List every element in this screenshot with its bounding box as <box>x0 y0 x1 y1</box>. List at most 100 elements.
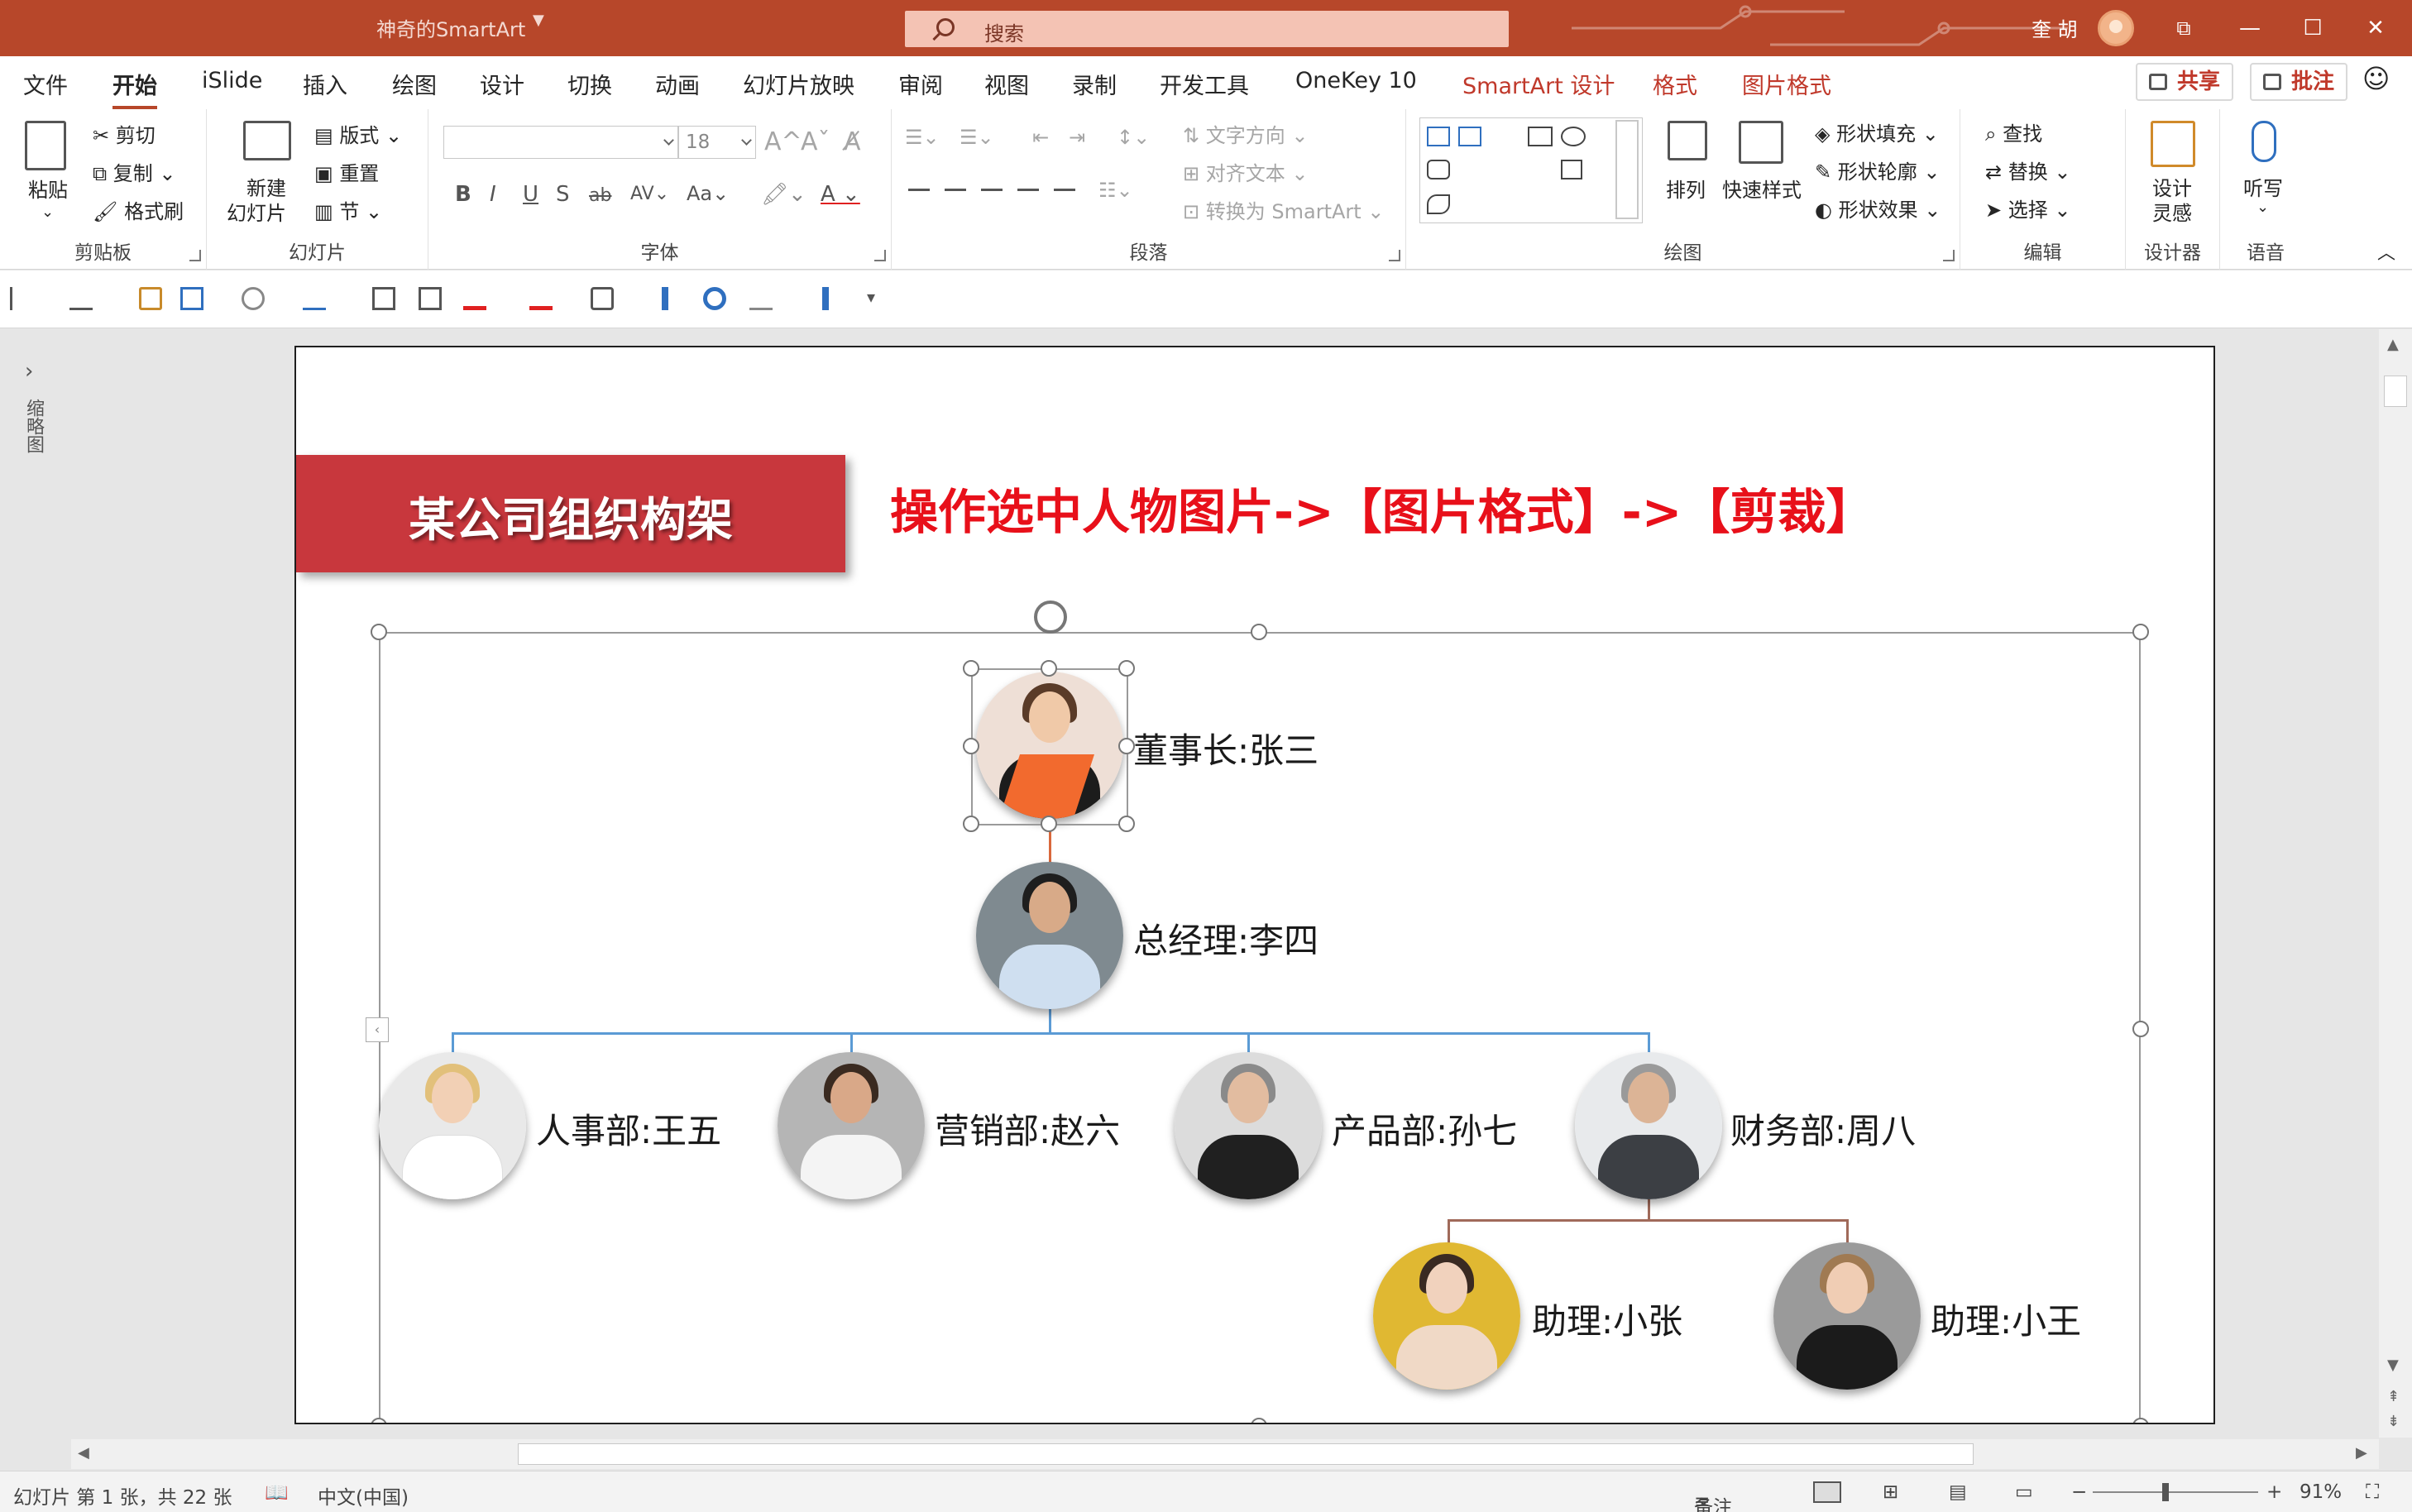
crop-handle[interactable] <box>1041 816 1057 832</box>
tab-smartart-design[interactable]: SmartArt 设计 <box>1462 68 1615 100</box>
bold-button[interactable]: B <box>455 182 471 207</box>
chairman-photo-selection[interactable] <box>971 668 1128 825</box>
tab-record[interactable]: 录制 <box>1072 68 1117 100</box>
tab-review[interactable]: 审阅 <box>898 68 943 100</box>
crop-handle[interactable] <box>963 738 979 754</box>
zoom-level[interactable]: 91% <box>2300 1481 2342 1503</box>
eraser-icon[interactable] <box>591 287 614 310</box>
shape-fill-button[interactable]: ◈ 形状填充 ⌄ <box>1815 117 1939 146</box>
font-color-icon[interactable] <box>749 287 773 310</box>
dictate-dropdown-icon[interactable]: ⌄ <box>2256 199 2269 216</box>
copy-button[interactable]: ⧉ 复制 ⌄ <box>93 157 176 186</box>
product-label[interactable]: 产品部:孙七 <box>1332 1103 1517 1154</box>
outline-color-icon[interactable] <box>463 287 486 310</box>
tab-view[interactable]: 视图 <box>984 68 1029 100</box>
shapes-gallery[interactable] <box>1419 117 1643 223</box>
font-color-button[interactable]: A ⌄ <box>821 182 860 207</box>
resize-handle[interactable] <box>1251 624 1267 640</box>
collapse-ribbon-icon[interactable]: ︿ <box>2377 238 2395 265</box>
close-button[interactable]: ✕ <box>2359 12 2392 45</box>
increase-indent-icon[interactable]: ⇥ <box>1069 126 1085 149</box>
merge-shapes-icon[interactable] <box>242 287 265 310</box>
slide-canvas[interactable]: 某公司组织构架 操作选中人物图片->【图片格式】->【剪裁】 ‹ 董事长:张三 <box>294 346 2215 1424</box>
arrange-button[interactable]: 排列 <box>1666 174 1706 203</box>
shadow-button[interactable]: S <box>556 182 570 207</box>
vertical-textbox-shape-icon[interactable] <box>1458 127 1481 146</box>
text-tool-icon[interactable] <box>303 287 326 310</box>
chairman-label[interactable]: 董事长:张三 <box>1133 723 1318 773</box>
find-button[interactable]: ⌕ 查找 <box>1985 117 2042 146</box>
zoom-slider-thumb[interactable] <box>2162 1483 2169 1501</box>
select-button[interactable]: ➤ 选择 ⌄ <box>1985 194 2071 222</box>
tab-slideshow[interactable]: 幻灯片放映 <box>743 68 854 100</box>
ribbon-display-button[interactable]: ⧉ <box>2167 12 2200 45</box>
line-spacing-icon[interactable]: ↕⌄ <box>1117 126 1150 149</box>
instruction-text[interactable]: 操作选中人物图片->【图片格式】->【剪裁】 <box>890 473 1874 543</box>
shape-effects-button[interactable]: ◐ 形状效果 ⌄ <box>1815 194 1941 222</box>
tab-animations[interactable]: 动画 <box>655 68 700 100</box>
scroll-left-icon[interactable]: ◀ <box>78 1444 89 1462</box>
resize-handle[interactable] <box>371 624 387 640</box>
fill-color-icon[interactable] <box>529 287 553 310</box>
accessibility-icon[interactable]: 📖 <box>265 1481 289 1504</box>
scroll-right-icon[interactable]: ▶ <box>2356 1444 2367 1462</box>
tab-picture-format[interactable]: 图片格式 <box>1742 68 1831 100</box>
layout-button[interactable]: ▤ 版式 ⌄ <box>314 119 402 148</box>
align-right-icon[interactable] <box>981 189 1003 191</box>
change-case-button[interactable]: Aa⌄ <box>687 182 729 205</box>
rounded-rect-shape-icon[interactable] <box>1427 160 1450 179</box>
hr-label[interactable]: 人事部:王五 <box>536 1103 721 1154</box>
strikethrough-button[interactable]: ab <box>589 185 611 206</box>
restore-button[interactable]: ☐ <box>2296 12 2329 45</box>
slideshow-icon[interactable]: ▭ <box>2015 1481 2033 1503</box>
zoom-in-icon[interactable]: + <box>2266 1481 2282 1503</box>
freeform-shape-icon[interactable] <box>1427 194 1450 214</box>
convert-smartart-button[interactable]: ⊡ 转换为 SmartArt ⌄ <box>1183 195 1384 224</box>
language-indicator[interactable]: 中文(中国) <box>318 1481 409 1510</box>
replace-button[interactable]: ⇄ 替换 ⌄ <box>1985 156 2071 184</box>
tab-transitions[interactable]: 切换 <box>567 68 612 100</box>
grow-font-button[interactable]: A^ <box>764 127 802 156</box>
zoom-slider[interactable] <box>2093 1491 2258 1493</box>
customize-qat-icon[interactable]: ▾ <box>867 287 890 310</box>
textbox-shape-icon[interactable] <box>1427 127 1450 146</box>
minimize-button[interactable]: — <box>2233 12 2266 45</box>
justify-icon[interactable] <box>1017 189 1039 191</box>
crop-handle[interactable] <box>1118 738 1135 754</box>
text-direction-button[interactable]: ⇅ 文字方向 ⌄ <box>1183 119 1309 148</box>
drawing-launcher-icon[interactable] <box>1943 250 1955 261</box>
crop-handle[interactable] <box>963 660 979 677</box>
cut-button[interactable]: ✂ 剪切 <box>93 119 156 148</box>
resize-handle[interactable] <box>2132 1418 2149 1423</box>
text-pane-toggle[interactable]: ‹ <box>366 1017 389 1042</box>
crop-handle[interactable] <box>1118 816 1135 832</box>
assistant-wang-label[interactable]: 助理:小王 <box>1931 1294 2081 1344</box>
font-size-select[interactable]: 18 <box>678 126 756 159</box>
bar-icon-2[interactable] <box>822 287 829 310</box>
section-button[interactable]: ▥ 节 ⌄ <box>314 195 382 224</box>
quick-styles-button[interactable]: 快速样式 <box>1722 174 1802 203</box>
align-text-button[interactable]: ⊞ 对齐文本 ⌄ <box>1183 157 1309 186</box>
underline-button[interactable]: U <box>523 182 538 207</box>
finance-label[interactable]: 财务部:周八 <box>1730 1103 1916 1154</box>
tab-draw[interactable]: 绘图 <box>392 68 437 100</box>
tab-insert[interactable]: 插入 <box>303 68 347 100</box>
gm-photo[interactable] <box>976 862 1123 1009</box>
dictate-button[interactable]: 听写 <box>2243 172 2283 201</box>
format-painter-button[interactable]: 🖌 格式刷 <box>93 195 184 224</box>
crop-icon[interactable] <box>372 287 395 310</box>
vertical-scroll-thumb[interactable] <box>2384 376 2407 407</box>
product-photo[interactable] <box>1175 1052 1322 1199</box>
columns-icon[interactable]: ☷⌄ <box>1098 179 1133 202</box>
font-launcher-icon[interactable] <box>874 250 886 261</box>
zoom-out-icon[interactable]: − <box>2071 1481 2087 1503</box>
title-dropdown-icon[interactable]: ▼ <box>533 12 544 29</box>
horizontal-scrollbar[interactable]: ◀ ▶ <box>71 1439 2379 1469</box>
format-painter-icon[interactable] <box>139 287 162 310</box>
scroll-up-icon[interactable]: ▲ <box>2387 336 2399 353</box>
reading-view-icon[interactable]: ▤ <box>1949 1481 1967 1503</box>
paste-button[interactable]: 粘贴 <box>28 174 68 203</box>
circle-icon[interactable] <box>703 287 726 310</box>
next-slide-icon[interactable]: ⇟ <box>2387 1413 2400 1430</box>
reset-button[interactable]: ▣ 重置 <box>314 157 379 186</box>
